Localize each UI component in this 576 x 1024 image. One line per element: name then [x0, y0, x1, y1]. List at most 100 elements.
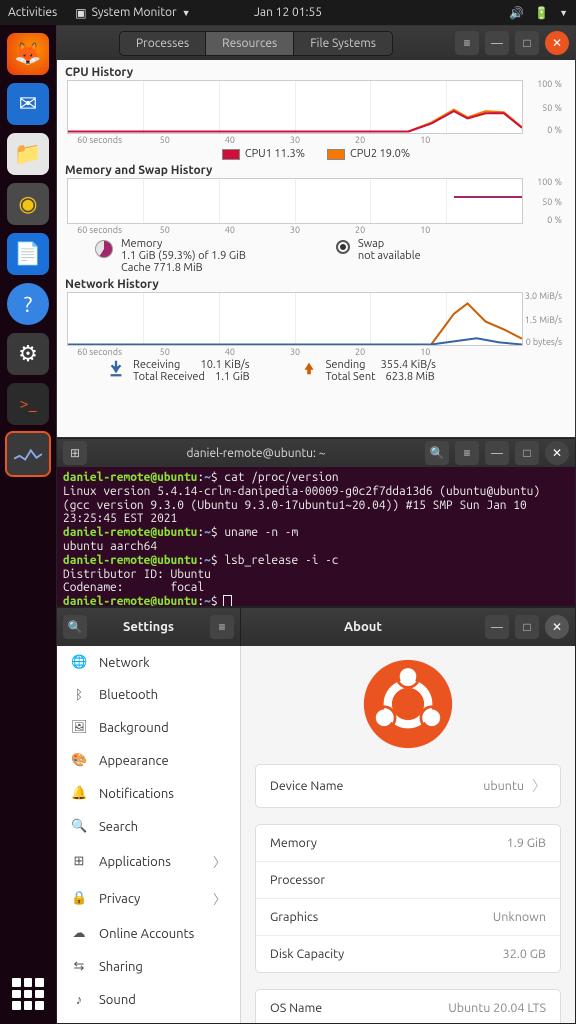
appmenu[interactable]: ▣ System Monitor ▼	[75, 6, 190, 20]
search-icon: 🔍	[71, 819, 87, 834]
minimize-button[interactable]: —	[485, 615, 509, 639]
about-title: About	[247, 620, 479, 634]
y-tick: 3.0 MiB/s	[525, 291, 562, 301]
sidebar-item-online-accounts[interactable]: ☁Online Accounts	[57, 917, 240, 950]
battery-icon: 🔋	[534, 6, 549, 20]
close-button[interactable]: ✕	[545, 441, 569, 465]
hamburger-icon[interactable]: ≡	[455, 441, 479, 465]
dock-show-apps[interactable]	[12, 978, 44, 1010]
total-sent-value: 623.8 MiB	[386, 371, 435, 383]
workspace: Processes Resources File Systems ≡ — □ ✕…	[56, 25, 576, 1024]
palette-icon: 🎨	[71, 753, 87, 768]
sending-rate: 355.4 KiB/s	[381, 359, 436, 371]
y-tick: 0 %	[547, 215, 562, 225]
sidebar-item-appearance[interactable]: 🎨Appearance	[57, 744, 240, 777]
maximize-button[interactable]: □	[515, 31, 539, 55]
dock-rhythmbox[interactable]: ◉	[7, 183, 49, 225]
sidebar-item-notifications[interactable]: 🔔Notifications	[57, 777, 240, 810]
minimize-button[interactable]: —	[485, 441, 509, 465]
processor-row: Processor	[256, 862, 560, 899]
window-header: ⊞ daniel-remote@ubuntu: ~ 🔍 ≡ — □ ✕	[57, 439, 575, 467]
sidebar-item-network[interactable]: 🌐Network	[57, 646, 240, 679]
total-received-label: Total Received	[133, 371, 205, 383]
ubuntu-logo	[362, 658, 454, 750]
cpu1-label: CPU1 11.3%	[245, 148, 305, 160]
x-axis: 60 seconds 5040302010	[67, 347, 523, 357]
y-tick: 100 %	[537, 79, 562, 89]
terminal-body[interactable]: daniel-remote@ubuntu:~$ cat /proc/versio…	[57, 467, 575, 606]
clock[interactable]: Jan 12 01:55	[254, 6, 322, 19]
receiving-label: Receiving	[133, 359, 180, 371]
chevron-down-icon: ▼	[182, 8, 191, 18]
graphics-row: GraphicsUnknown	[256, 899, 560, 936]
total-sent-label: Total Sent	[326, 371, 376, 383]
receiving-rate: 10.1 KiB/s	[201, 359, 250, 371]
cpu2-swatch	[327, 149, 345, 160]
chevron-right-icon: 〉	[532, 776, 546, 796]
os-card: OS NameUbuntu 20.04 LTS	[255, 989, 561, 1023]
close-button[interactable]: ✕	[545, 615, 569, 639]
sidebar-item-background[interactable]: 🖼Background	[57, 711, 240, 744]
dock-libreoffice[interactable]: 📄	[7, 233, 49, 275]
image-icon: 🖼	[71, 720, 87, 735]
search-icon[interactable]: 🔍	[63, 615, 87, 639]
minimize-button[interactable]: —	[485, 31, 509, 55]
dock-files[interactable]: 📁	[7, 133, 49, 175]
resources-panel: CPU History 100 % 50 % 0 % 60 seconds 50…	[57, 60, 575, 437]
download-arrow-icon	[107, 359, 125, 377]
settings-title: Settings	[93, 620, 204, 634]
search-icon[interactable]: 🔍	[425, 441, 449, 465]
globe-icon: 🌐	[71, 655, 87, 670]
dock-settings[interactable]: ⚙	[7, 333, 49, 375]
network-chart: 3.0 MiB/s 1.5 MiB/s 0 bytes/s	[67, 292, 523, 346]
disk-row: Disk Capacity32.0 GB	[256, 936, 560, 972]
bell-icon: 🔔	[71, 786, 87, 801]
new-tab-button[interactable]: ⊞	[63, 441, 87, 465]
chevron-right-icon: 〉	[213, 852, 226, 871]
bluetooth-icon: ᛒ	[71, 688, 87, 702]
x-axis: 60 seconds 5040302010	[67, 225, 523, 235]
maximize-button[interactable]: □	[515, 441, 539, 465]
dock-thunderbird[interactable]: ✉	[7, 83, 49, 125]
sidebar-item-sharing[interactable]: ⇆Sharing	[57, 950, 240, 983]
chevron-right-icon: 〉	[213, 889, 226, 908]
memory-pie-icon	[95, 240, 113, 258]
x-axis: 60 seconds 5040302010	[67, 135, 523, 145]
system-tray[interactable]: 🔊 🔋 ▼	[509, 6, 568, 20]
memory-cache: Cache 771.8 MiB	[121, 262, 246, 274]
cursor	[224, 596, 231, 606]
dock-terminal[interactable]: >_	[7, 383, 49, 425]
tab-filesystems[interactable]: File Systems	[294, 32, 392, 55]
maximize-button[interactable]: □	[515, 615, 539, 639]
dock-help[interactable]: ?	[7, 283, 49, 325]
tab-resources[interactable]: Resources	[206, 32, 294, 55]
sending-label: Sending	[326, 359, 366, 371]
sidebar-item-search[interactable]: 🔍Search	[57, 810, 240, 843]
lock-icon: 🔒	[71, 891, 87, 906]
music-icon: ♪	[71, 992, 87, 1007]
sidebar-item-privacy[interactable]: 🔒Privacy〉	[57, 880, 240, 917]
hamburger-icon[interactable]: ≡	[210, 615, 234, 639]
dock-system-monitor[interactable]	[7, 433, 49, 475]
tab-processes[interactable]: Processes	[120, 32, 206, 55]
y-tick: 50 %	[542, 103, 562, 113]
appmenu-label: System Monitor	[92, 6, 177, 19]
memory-chart: 100 % 50 % 0 %	[67, 178, 523, 224]
about-panel: Device Name ubuntu 〉 Memory1.9 GiB Proce…	[241, 646, 575, 1023]
cpu-chart: 100 % 50 % 0 %	[67, 80, 523, 134]
swap-icon	[336, 240, 350, 254]
activities-button[interactable]: Activities	[8, 6, 57, 19]
sidebar-item-sound[interactable]: ♪Sound	[57, 983, 240, 1016]
total-received-value: 1.1 GiB	[215, 371, 250, 383]
device-name-row[interactable]: Device Name ubuntu 〉	[256, 765, 560, 807]
y-tick: 0 bytes/s	[526, 337, 562, 347]
memory-legend: Memory 1.1 GiB (59.3%) of 1.9 GiB Cache …	[95, 238, 567, 274]
sidebar-item-bluetooth[interactable]: ᛒBluetooth	[57, 679, 240, 711]
sidebar-item-applications[interactable]: ⊞Applications〉	[57, 843, 240, 880]
settings-window: 🔍 Settings ≡ About — □ ✕ 🌐Network ᛒBluet…	[56, 607, 576, 1024]
close-button[interactable]: ✕	[545, 31, 569, 55]
swap-value: not available	[358, 250, 421, 262]
memory-label: Memory	[121, 238, 246, 250]
dock-firefox[interactable]: 🦊	[7, 33, 49, 75]
hamburger-icon[interactable]: ≡	[455, 31, 479, 55]
